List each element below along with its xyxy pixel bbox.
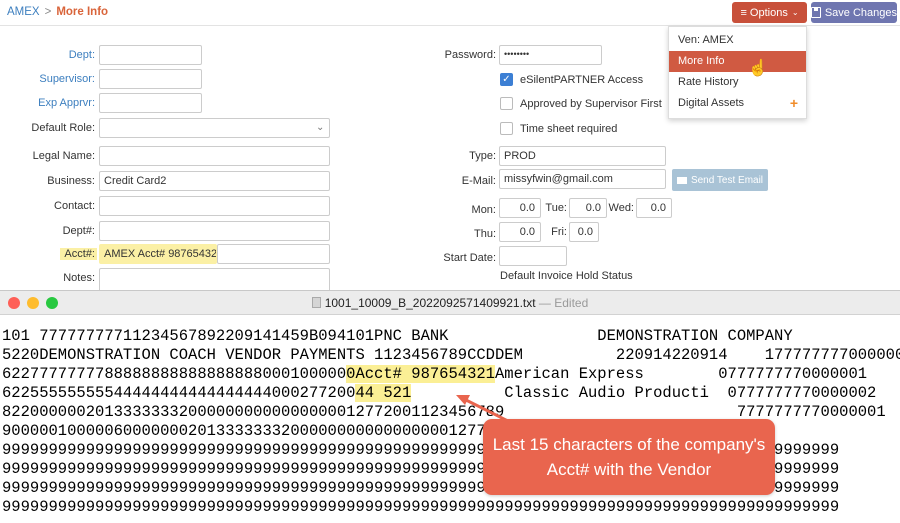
send-test-email-label: Send Test Email xyxy=(690,174,764,186)
chevron-down-icon: ⌄ xyxy=(791,8,799,17)
menu-item-more-info[interactable]: More Info xyxy=(669,51,806,72)
business-field[interactable]: Credit Card2 xyxy=(99,171,330,191)
floppy-disk-icon xyxy=(811,7,821,18)
start-date-field[interactable] xyxy=(499,246,567,266)
timesheet-checkbox[interactable] xyxy=(500,122,513,135)
legal-name-label: Legal Name: xyxy=(32,150,95,162)
wed-field[interactable]: 0.0 xyxy=(636,198,672,218)
business-label: Business: xyxy=(47,175,95,187)
email-label: E-Mail: xyxy=(461,175,496,187)
acct-number-field[interactable]: AMEX Acct# 987654321 xyxy=(99,244,217,264)
type-label: Type: xyxy=(469,150,496,162)
top-bar: AMEX > More Info ≡ Options ⌄ Save Changes xyxy=(0,0,900,26)
esilent-checkbox[interactable]: ✓ xyxy=(500,73,513,86)
dept-field[interactable] xyxy=(99,45,202,65)
exp-apprvr-label[interactable]: Exp Apprvr: xyxy=(20,97,95,109)
password-field[interactable]: •••••••• xyxy=(499,45,602,65)
esilent-label: eSilentPARTNER Access xyxy=(520,74,644,86)
approved-label: Approved by Supervisor First xyxy=(520,98,662,110)
dept-number-field[interactable] xyxy=(99,221,330,241)
notes-label: Notes: xyxy=(63,272,95,284)
wed-label: Wed: xyxy=(608,202,634,214)
breadcrumb-root-link[interactable]: AMEX xyxy=(7,6,40,18)
breadcrumb: AMEX > More Info xyxy=(7,6,108,18)
mon-label: Mon: xyxy=(471,204,496,216)
options-menu: Ven: AMEX More Info Rate History Digital… xyxy=(668,26,807,119)
menu-item-digital-assets[interactable]: Digital Assets + xyxy=(669,93,806,114)
supervisor-label[interactable]: Supervisor: xyxy=(20,73,95,85)
callout-annotation: Last 15 characters of the company's Acct… xyxy=(483,419,775,495)
acct-number-label: Acct#: xyxy=(60,248,97,260)
text-editor-window: 1001_10009_B_2022092571409921.txt — Edit… xyxy=(0,290,900,523)
menu-item-rate-history[interactable]: Rate History xyxy=(669,72,806,93)
tue-label: Tue: xyxy=(545,202,567,214)
save-changes-label: Save Changes xyxy=(824,6,897,19)
contact-label: Contact: xyxy=(54,200,95,212)
approved-checkbox[interactable] xyxy=(500,97,513,110)
default-role-label: Default Role: xyxy=(31,122,95,134)
envelope-icon xyxy=(676,176,687,184)
thu-field[interactable]: 0.0 xyxy=(499,222,541,242)
options-button[interactable]: ≡ Options ⌄ xyxy=(732,2,807,23)
start-date-label: Start Date: xyxy=(443,252,496,264)
password-label: Password: xyxy=(444,49,496,61)
invoice-hold-label: Default Invoice Hold Status xyxy=(500,270,633,282)
options-label: ≡ Options xyxy=(740,6,788,19)
breadcrumb-current: More Info xyxy=(56,6,109,18)
fri-field[interactable]: 0.0 xyxy=(569,222,599,242)
type-field[interactable]: PROD xyxy=(499,146,666,166)
dept-number-label: Dept#: xyxy=(62,225,95,237)
breadcrumb-separator: > xyxy=(44,6,52,18)
menu-item-ven[interactable]: Ven: AMEX xyxy=(669,30,806,51)
email-field[interactable]: missyfwin@gmail.com xyxy=(499,169,666,189)
thu-label: Thu: xyxy=(473,228,496,240)
fri-label: Fri: xyxy=(551,226,567,238)
exp-apprvr-field[interactable] xyxy=(99,93,202,113)
acct-number-field-rest[interactable] xyxy=(217,244,330,264)
mon-field[interactable]: 0.0 xyxy=(499,198,541,218)
supervisor-field[interactable] xyxy=(99,69,202,89)
plus-icon[interactable]: + xyxy=(790,95,798,111)
save-changes-button[interactable]: Save Changes xyxy=(811,2,897,23)
default-role-select[interactable] xyxy=(99,118,330,138)
tue-field[interactable]: 0.0 xyxy=(569,198,607,218)
web-form-window: AMEX > More Info ≡ Options ⌄ Save Changes D… xyxy=(0,0,900,290)
send-test-email-button[interactable]: Send Test Email xyxy=(672,169,768,191)
hand-pointer-icon: ☝ xyxy=(748,60,768,77)
contact-field[interactable] xyxy=(99,196,330,216)
notes-field[interactable] xyxy=(99,268,330,290)
digital-assets-label: Digital Assets xyxy=(678,97,745,109)
legal-name-field[interactable] xyxy=(99,146,330,166)
dept-label[interactable]: Dept: xyxy=(20,49,95,61)
timesheet-label: Time sheet required xyxy=(520,123,618,135)
